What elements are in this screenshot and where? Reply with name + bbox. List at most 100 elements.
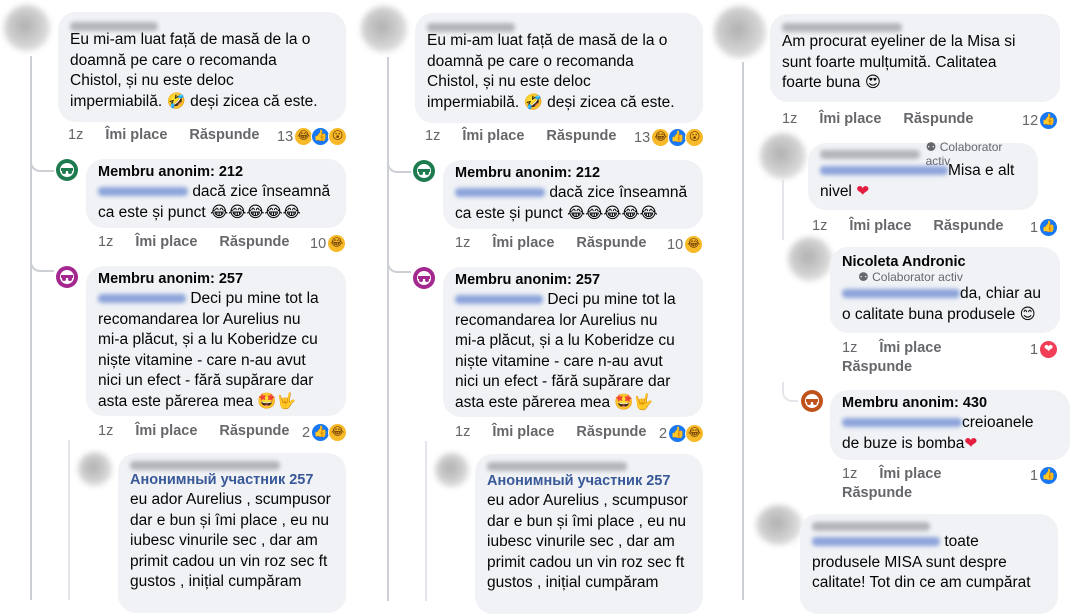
thread-line (742, 62, 744, 600)
reaction-summary[interactable]: 13 😂 👍 😮 (277, 127, 348, 146)
tagged-user-blurred[interactable] (842, 289, 960, 299)
tagged-user-blurred[interactable] (455, 188, 545, 198)
reply-button[interactable]: Răspunde (842, 485, 912, 501)
avatar[interactable] (760, 133, 806, 179)
avatar[interactable] (361, 6, 407, 52)
tagged-user-blurred[interactable] (98, 187, 188, 197)
reply-text: asta este părerea mea 🤩🤟 (98, 392, 296, 410)
avatar[interactable] (4, 5, 50, 51)
reply-author-blurred[interactable] (812, 518, 1046, 532)
comment-age[interactable]: 1z (782, 111, 797, 127)
comment-age[interactable]: 1z (425, 128, 440, 144)
badge-icon: ⚉ (858, 270, 869, 284)
anonymous-member-icon[interactable] (56, 159, 78, 181)
reply-age[interactable]: 1z (98, 423, 113, 439)
reply-button[interactable]: Răspunde (842, 359, 912, 375)
reply-text: gustos , inițial cumpăram (130, 573, 302, 590)
comment-author-blurred[interactable] (427, 19, 691, 33)
reaction-summary[interactable]: 13 😂 👍 😮 (634, 128, 705, 147)
comment-text: Chistol, și nu este deloc (70, 72, 234, 89)
comment-column-1: Eu mi-am luat față de masă de la o doamn… (0, 0, 355, 613)
anonymous-member-icon[interactable] (801, 390, 823, 412)
like-button[interactable]: Îmi place (492, 235, 554, 251)
reply-age[interactable]: 1z (842, 466, 857, 482)
anonymous-member-icon[interactable] (413, 160, 435, 182)
reply-button[interactable]: Răspunde (189, 127, 259, 143)
reply-bubble: toate produsele MISA sunt despre calitat… (800, 514, 1058, 614)
reply-bubble: Membru anonim: 212 dacă zice înseamnă ca… (86, 159, 346, 228)
tagged-user-blurred[interactable] (842, 418, 962, 428)
reply-author-blurred[interactable] (130, 457, 334, 471)
like-reaction-icon: 👍 (1039, 466, 1059, 485)
haha-reaction-icon: 😂 (327, 234, 347, 253)
anonymous-member-icon[interactable] (56, 266, 78, 288)
reply-author-blurred[interactable] (820, 149, 920, 159)
reaction-summary[interactable]: 1 👍 (1030, 466, 1059, 485)
reply-author[interactable]: Membru anonim: 212 (455, 164, 691, 183)
tagged-user-blurred[interactable] (98, 294, 186, 304)
reaction-summary[interactable]: 1 👍 (1030, 218, 1059, 237)
like-button[interactable]: Îmi place (135, 423, 197, 439)
reply-text: ca este și punct 😂😂😂😂😂 (455, 204, 658, 222)
comment-author-blurred[interactable] (70, 18, 334, 32)
avatar[interactable] (78, 452, 112, 486)
reply-text: da, chiar au (960, 285, 1041, 302)
like-button[interactable]: Îmi place (819, 111, 881, 127)
reply-age[interactable]: 1z (455, 424, 470, 440)
reaction-summary[interactable]: 10 😂 (667, 235, 704, 254)
tagged-user[interactable]: Анонимный участник 257 (487, 472, 691, 491)
avatar[interactable] (788, 237, 832, 281)
like-button[interactable]: Îmi place (492, 424, 554, 440)
reply-text: nivel (820, 182, 852, 200)
reply-age[interactable]: 1z (812, 218, 827, 234)
reply-age[interactable]: 1z (98, 234, 113, 250)
reply-author-blurred[interactable] (487, 458, 691, 472)
badge-icon: ⚉ (925, 140, 937, 154)
reply-age[interactable]: 1z (455, 235, 470, 251)
avatar[interactable] (714, 6, 766, 58)
reply-text: iubesc vinurile sec , dar am (130, 532, 318, 549)
reply-author-row: ⚉ Colaborator activ (820, 140, 1026, 168)
like-button[interactable]: Îmi place (462, 128, 524, 144)
tagged-user[interactable]: Анонимный участник 257 (130, 471, 334, 490)
haha-reaction-icon: 😂 (328, 423, 348, 442)
reply-actions: 1z Îmi place Răspunde (455, 235, 668, 251)
reaction-summary[interactable]: 2 👍 😂 (302, 423, 348, 442)
reply-author[interactable]: Membru anonim: 212 (98, 163, 334, 182)
reply-author[interactable]: Membru anonim: 257 (98, 270, 334, 289)
reply-text: Deci pu mine tot la (190, 290, 319, 307)
comment-actions: 1z Îmi place Răspunde (425, 128, 638, 144)
like-button[interactable]: Îmi place (879, 466, 941, 482)
reply-author[interactable]: Membru anonim: 257 (455, 271, 691, 290)
reply-bubble: Membru anonim: 430 creioanele de buze is… (830, 390, 1070, 460)
reaction-summary[interactable]: 12 👍 (1022, 111, 1059, 130)
thread-line (782, 180, 784, 240)
tagged-user-blurred[interactable] (455, 295, 543, 305)
like-button[interactable]: Îmi place (105, 127, 167, 143)
reply-age[interactable]: 1z (842, 340, 857, 356)
reply-text: mi-a plăcut, și a lu Koberidze cu (98, 331, 318, 348)
reply-button[interactable]: Răspunde (933, 218, 1003, 234)
tagged-user-blurred[interactable] (820, 166, 948, 176)
reply-text: Deci pu mine tot la (547, 291, 676, 308)
anonymous-member-icon[interactable] (413, 267, 435, 289)
comment-author-blurred[interactable] (782, 19, 1048, 33)
reply-button[interactable]: Răspunde (576, 235, 646, 251)
avatar[interactable] (756, 505, 802, 545)
reaction-summary[interactable]: 10 😂 (310, 234, 347, 253)
reaction-summary[interactable]: 1 ❤ (1030, 340, 1059, 359)
reply-button[interactable]: Răspunde (219, 234, 289, 250)
like-button[interactable]: Îmi place (879, 340, 941, 356)
like-button[interactable]: Îmi place (135, 234, 197, 250)
reply-button[interactable]: Răspunde (546, 128, 616, 144)
reply-text: dar e bun și îmi place , eu nu (487, 512, 687, 530)
avatar[interactable] (435, 453, 469, 487)
reply-button[interactable]: Răspunde (576, 424, 646, 440)
reply-author[interactable]: Membru anonim: 430 (842, 394, 1058, 413)
like-button[interactable]: Îmi place (849, 218, 911, 234)
reply-button[interactable]: Răspunde (219, 423, 289, 439)
tagged-user-blurred[interactable] (812, 537, 940, 547)
comment-age[interactable]: 1z (68, 127, 83, 143)
reply-button[interactable]: Răspunde (903, 111, 973, 127)
reaction-summary[interactable]: 2 👍 😂 (659, 424, 705, 443)
